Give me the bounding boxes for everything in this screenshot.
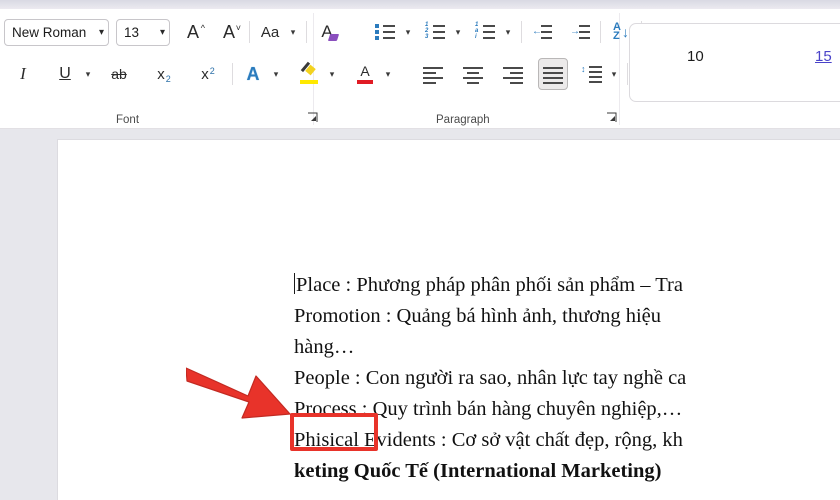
- line-spacing-icon: ↕: [580, 65, 602, 83]
- font-name-value: New Roman (H: [12, 24, 90, 40]
- highlight-color-button[interactable]: [294, 58, 324, 90]
- gallery-item-2[interactable]: 15: [815, 48, 832, 65]
- sort-arrow-icon: ↓: [621, 24, 629, 40]
- superscript-icon: x2: [201, 65, 215, 83]
- strikethrough-icon: ab: [111, 66, 127, 82]
- font-dialog-launcher[interactable]: [307, 112, 319, 124]
- ribbon: New Roman (H ▾ 13 ▾ A^ A˅ Aa ▾: [0, 9, 840, 129]
- ribbon-group-labels: Font Paragraph: [0, 106, 840, 128]
- chevron-down-icon[interactable]: ▾: [285, 16, 301, 48]
- document-canvas: Place : Phương pháp phân phối sản phẩm –…: [0, 130, 840, 500]
- bullets-button[interactable]: [370, 16, 400, 48]
- chevron-down-icon[interactable]: ▾: [268, 58, 284, 90]
- justify-icon: [543, 66, 563, 84]
- align-right-button[interactable]: [498, 58, 528, 90]
- underline-button[interactable]: U: [50, 58, 80, 90]
- align-left-icon: [423, 66, 443, 84]
- font-name-combo[interactable]: New Roman (H ▾: [4, 18, 109, 46]
- chevron-down-icon[interactable]: ▾: [400, 16, 416, 48]
- font-group-row2: I U ▾ ab x2 x2 A ▾ ▾ A ▾: [8, 58, 396, 90]
- superscript-button[interactable]: x2: [190, 58, 220, 90]
- clear-formatting-button[interactable]: A: [312, 16, 342, 48]
- numbering-button[interactable]: 123: [420, 16, 450, 48]
- divider: [306, 21, 307, 43]
- divider: [600, 21, 601, 43]
- text-cursor: [294, 273, 295, 294]
- italic-icon: I: [20, 64, 26, 83]
- text-effects-icon: A: [246, 63, 260, 84]
- shrink-font-button[interactable]: A ˅: [214, 16, 244, 48]
- sort-az-icon: AZ: [613, 21, 621, 42]
- chevron-down-icon[interactable]: ▾: [500, 16, 516, 48]
- doc-line-6[interactable]: Phisical Evidents : Cơ sở vật chất đẹp, …: [294, 425, 840, 456]
- doc-line-5[interactable]: Process : Quy trình bán hàng chuyên nghi…: [294, 394, 840, 425]
- chevron-down-icon[interactable]: ▾: [324, 58, 340, 90]
- doc-line-1-text: Place : Phương pháp phân phối sản phẩm –…: [296, 274, 683, 296]
- align-center-button[interactable]: [458, 58, 488, 90]
- align-right-icon: [503, 66, 523, 84]
- grow-font-button[interactable]: A ^: [178, 16, 208, 48]
- align-left-button[interactable]: [418, 58, 448, 90]
- subscript-button[interactable]: x2: [146, 58, 176, 90]
- chevron-down-icon[interactable]: ▾: [450, 16, 466, 48]
- styles-gallery-panel[interactable]: 10 15: [629, 23, 840, 102]
- bullets-icon: [375, 23, 395, 40]
- change-case-button[interactable]: Aa: [255, 16, 285, 48]
- font-color-button[interactable]: A: [350, 58, 380, 90]
- justify-button[interactable]: [538, 58, 568, 90]
- chevron-down-icon[interactable]: ▾: [606, 58, 622, 90]
- increase-indent-icon: →: [570, 24, 590, 40]
- doc-line-3[interactable]: hàng…: [294, 332, 840, 363]
- increase-indent-button[interactable]: →: [565, 16, 595, 48]
- highlighter-pen-icon: [299, 61, 319, 85]
- doc-line-2[interactable]: Promotion : Quảng bá hình ảnh, thương hi…: [294, 301, 840, 332]
- grow-font-icon: A ^: [186, 21, 205, 42]
- strikethrough-button[interactable]: ab: [104, 58, 134, 90]
- divider: [232, 63, 233, 85]
- multilevel-list-icon: 1ai: [475, 22, 495, 40]
- doc-line-1[interactable]: Place : Phương pháp phân phối sản phẩm –…: [294, 270, 840, 301]
- chevron-down-icon[interactable]: ▾: [93, 27, 104, 38]
- decrease-indent-button[interactable]: ←: [527, 16, 557, 48]
- gallery-item-1[interactable]: 10: [687, 48, 704, 65]
- multilevel-list-button[interactable]: 1ai: [470, 16, 500, 48]
- font-size-value: 13: [124, 24, 140, 40]
- divider: [627, 63, 628, 85]
- text-effects-button[interactable]: A: [238, 58, 268, 90]
- chevron-down-icon[interactable]: ▾: [80, 58, 96, 90]
- doc-line-4[interactable]: People : Con người ra sao, nhân lực tay …: [294, 363, 840, 394]
- document-page[interactable]: Place : Phương pháp phân phối sản phẩm –…: [58, 140, 840, 500]
- decrease-indent-icon: ←: [532, 24, 552, 40]
- top-strip-ghost-text: · · · · ·: [0, 0, 840, 3]
- font-size-combo[interactable]: 13 ▾: [116, 18, 170, 46]
- font-color-icon: A: [356, 63, 374, 85]
- doc-line-7[interactable]: keting Quốc Tế (International Marketing): [294, 456, 840, 487]
- chevron-down-icon[interactable]: ▾: [380, 58, 396, 90]
- paragraph-group-label: Paragraph: [436, 114, 490, 126]
- divider: [521, 21, 522, 43]
- divider: [249, 21, 250, 43]
- clear-formatting-icon: A: [321, 22, 339, 42]
- italic-button[interactable]: I: [8, 58, 38, 90]
- subscript-icon: x2: [157, 65, 171, 84]
- change-case-icon: Aa: [260, 23, 280, 41]
- shrink-font-icon: A ˅: [222, 21, 241, 42]
- font-group-label: Font: [116, 114, 140, 126]
- document-body-text[interactable]: Place : Phương pháp phân phối sản phẩm –…: [294, 270, 840, 487]
- line-spacing-button[interactable]: ↕: [576, 58, 606, 90]
- chevron-down-icon[interactable]: ▾: [154, 27, 165, 38]
- numbering-icon: 123: [425, 22, 445, 40]
- window-top-cut-strip: · · · · ·: [0, 0, 840, 9]
- underline-icon: U: [59, 65, 71, 82]
- align-center-icon: [463, 66, 483, 84]
- paragraph-dialog-launcher[interactable]: [606, 112, 618, 124]
- font-group-row1: New Roman (H ▾ 13 ▾ A^ A˅ Aa ▾: [0, 16, 342, 48]
